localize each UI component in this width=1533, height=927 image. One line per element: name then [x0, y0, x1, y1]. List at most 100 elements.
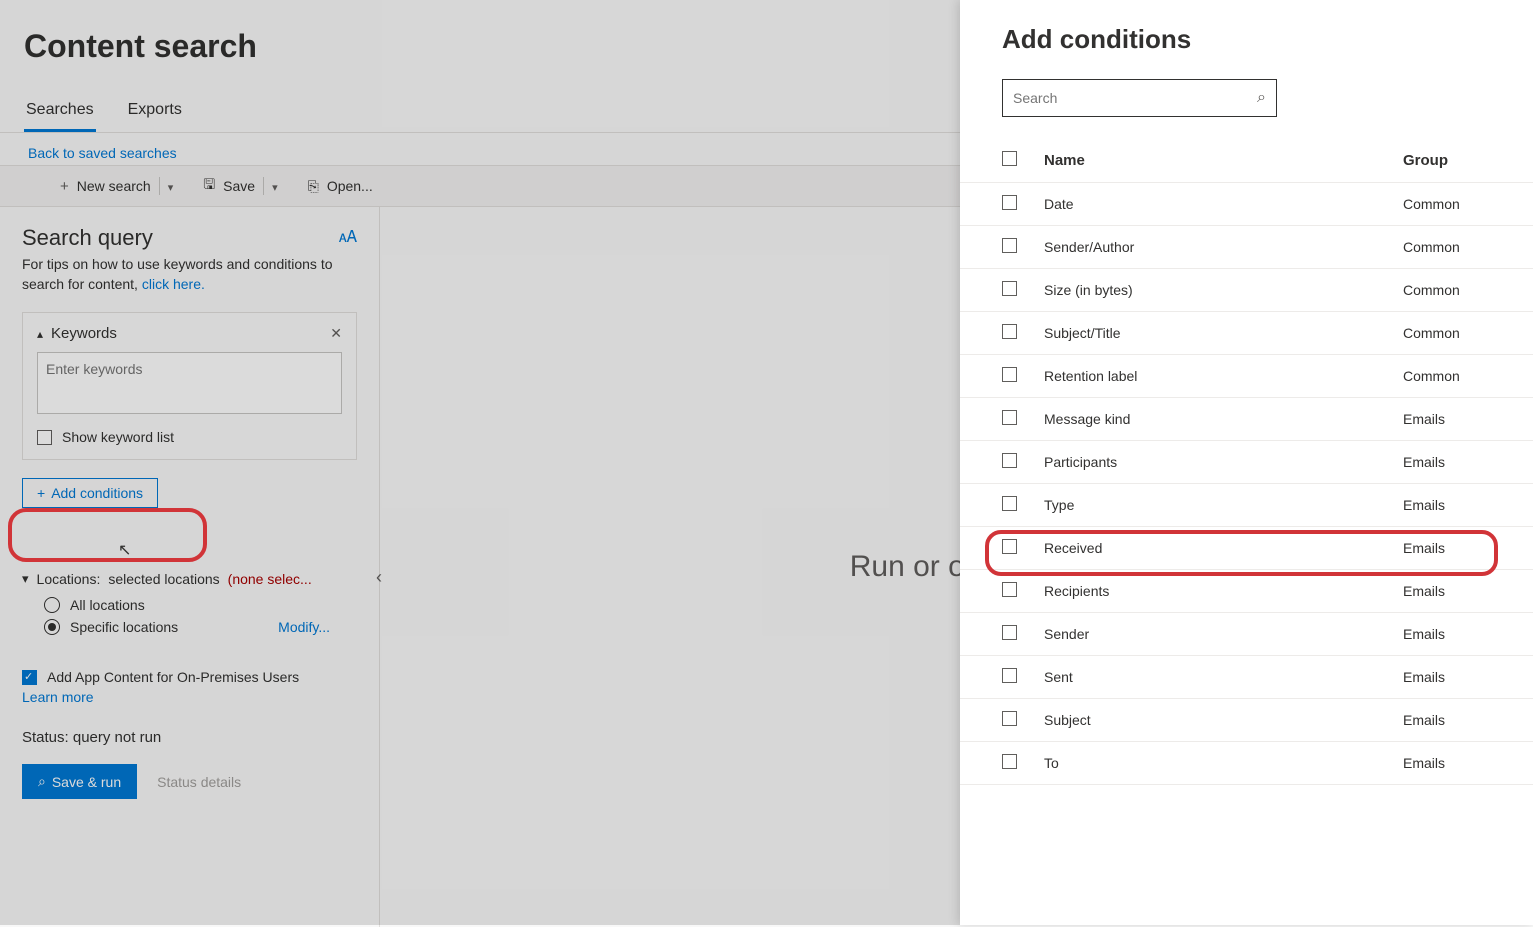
condition-row[interactable]: ReceivedEmails: [960, 527, 1533, 570]
specific-locations-radio[interactable]: [44, 619, 60, 635]
show-keyword-list-checkbox[interactable]: [37, 430, 52, 445]
collapse-handle[interactable]: ‹: [376, 567, 382, 588]
condition-group: Emails: [1403, 540, 1533, 556]
app-content-checkbox[interactable]: [22, 670, 37, 685]
condition-group: Emails: [1403, 626, 1533, 642]
condition-name: Recipients: [1042, 583, 1403, 599]
panel-title: Add conditions: [960, 18, 1533, 79]
chevron-down-icon[interactable]: [22, 570, 29, 587]
condition-checkbox[interactable]: [1002, 539, 1017, 554]
new-search-button[interactable]: New search: [60, 177, 173, 195]
condition-name: To: [1042, 755, 1403, 771]
condition-checkbox[interactable]: [1002, 582, 1017, 597]
search-icon: [38, 773, 46, 790]
condition-name: Sender/Author: [1042, 239, 1403, 255]
save-run-label: Save & run: [52, 774, 121, 790]
open-icon: [308, 178, 321, 195]
condition-group: Emails: [1403, 411, 1533, 427]
condition-name: Subject: [1042, 712, 1403, 728]
condition-name: Sender: [1042, 626, 1403, 642]
condition-group: Common: [1403, 239, 1533, 255]
add-conditions-panel: Add conditions Name Group DateCommonSend…: [960, 0, 1533, 925]
condition-checkbox[interactable]: [1002, 754, 1017, 769]
condition-group: Common: [1403, 368, 1533, 384]
condition-row[interactable]: Message kindEmails: [960, 398, 1533, 441]
status-row: Status: query not run: [22, 729, 357, 746]
plus-icon: [60, 178, 71, 195]
col-name: Name: [1042, 152, 1403, 169]
condition-row[interactable]: TypeEmails: [960, 484, 1533, 527]
condition-group: Emails: [1403, 454, 1533, 470]
search-icon[interactable]: [1257, 89, 1266, 107]
separator: [159, 177, 160, 195]
condition-checkbox[interactable]: [1002, 625, 1017, 640]
tip-link[interactable]: click here.: [142, 276, 205, 292]
condition-checkbox[interactable]: [1002, 711, 1017, 726]
all-locations-label: All locations: [70, 597, 145, 613]
condition-row[interactable]: Size (in bytes)Common: [960, 269, 1533, 312]
save-button[interactable]: Save: [203, 174, 277, 198]
search-query-tip: For tips on how to use keywords and cond…: [22, 255, 357, 294]
add-conditions-button[interactable]: + Add conditions: [22, 478, 158, 508]
tab-searches[interactable]: Searches: [24, 93, 96, 132]
specific-locations-label: Specific locations: [70, 619, 178, 635]
tab-exports[interactable]: Exports: [126, 93, 184, 132]
open-button[interactable]: Open...: [308, 178, 373, 195]
plus-icon: +: [37, 485, 45, 501]
condition-checkbox[interactable]: [1002, 496, 1017, 511]
condition-row[interactable]: RecipientsEmails: [960, 570, 1533, 613]
chevron-down-icon[interactable]: [272, 178, 278, 194]
condition-name: Received: [1042, 540, 1403, 556]
language-icon[interactable]: 🗚: [339, 229, 357, 247]
condition-checkbox[interactable]: [1002, 668, 1017, 683]
condition-row[interactable]: Subject/TitleCommon: [960, 312, 1533, 355]
condition-name: Date: [1042, 196, 1403, 212]
conditions-search-wrap: [1002, 79, 1277, 117]
condition-name: Type: [1042, 497, 1403, 513]
modify-link[interactable]: Modify...: [278, 619, 330, 635]
condition-row[interactable]: Sender/AuthorCommon: [960, 226, 1533, 269]
condition-row[interactable]: SentEmails: [960, 656, 1533, 699]
new-search-label: New search: [77, 178, 151, 194]
save-label: Save: [223, 178, 255, 194]
separator: [263, 177, 264, 195]
conditions-header-row: Name Group: [960, 139, 1533, 183]
condition-row[interactable]: DateCommon: [960, 183, 1533, 226]
condition-row[interactable]: SenderEmails: [960, 613, 1533, 656]
app-content-label: Add App Content for On-Premises Users: [47, 669, 299, 685]
condition-row[interactable]: SubjectEmails: [960, 699, 1533, 742]
chevron-down-icon[interactable]: [168, 178, 174, 194]
keywords-input[interactable]: [37, 352, 342, 414]
search-query-pane: Search query 🗚 For tips on how to use ke…: [0, 207, 380, 927]
locations-label-prefix: Locations:: [37, 571, 101, 587]
locations-none: (none selec...: [228, 571, 312, 587]
condition-checkbox[interactable]: [1002, 367, 1017, 382]
save-and-run-button[interactable]: Save & run: [22, 764, 137, 799]
condition-row[interactable]: Retention labelCommon: [960, 355, 1533, 398]
select-all-checkbox[interactable]: [1002, 151, 1017, 166]
condition-checkbox[interactable]: [1002, 453, 1017, 468]
condition-checkbox[interactable]: [1002, 410, 1017, 425]
add-conditions-label: Add conditions: [51, 485, 143, 501]
all-locations-radio[interactable]: [44, 597, 60, 613]
condition-row[interactable]: ParticipantsEmails: [960, 441, 1533, 484]
col-group: Group: [1403, 152, 1533, 169]
locations-label-mid: selected locations: [108, 571, 219, 587]
condition-name: Subject/Title: [1042, 325, 1403, 341]
condition-row[interactable]: ToEmails: [960, 742, 1533, 785]
search-query-title: Search query: [22, 225, 153, 251]
condition-checkbox[interactable]: [1002, 324, 1017, 339]
condition-checkbox[interactable]: [1002, 238, 1017, 253]
condition-name: Message kind: [1042, 411, 1403, 427]
back-to-saved-link[interactable]: Back to saved searches: [0, 133, 201, 165]
close-icon[interactable]: [330, 325, 342, 342]
condition-name: Retention label: [1042, 368, 1403, 384]
learn-more-link[interactable]: Learn more: [22, 689, 357, 705]
show-keyword-list-label: Show keyword list: [62, 429, 174, 445]
condition-checkbox[interactable]: [1002, 281, 1017, 296]
condition-checkbox[interactable]: [1002, 195, 1017, 210]
chevron-up-icon[interactable]: [37, 325, 43, 342]
condition-name: Size (in bytes): [1042, 282, 1403, 298]
conditions-search-input[interactable]: [1013, 90, 1257, 106]
condition-group: Common: [1403, 196, 1533, 212]
